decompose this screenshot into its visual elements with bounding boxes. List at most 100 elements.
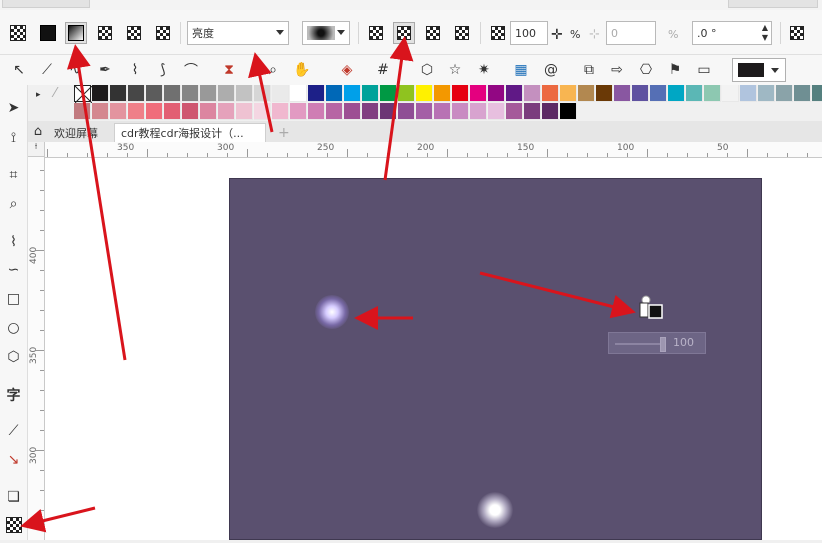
angle-input[interactable]: .0 ° ▲ ▼: [692, 21, 772, 45]
color-swatch[interactable]: [110, 103, 127, 120]
color-swatch[interactable]: [182, 103, 199, 120]
color-swatch[interactable]: [110, 85, 127, 102]
horizontal-ruler[interactable]: 350 300 250 200 150 100 50: [45, 142, 822, 158]
color-swatch[interactable]: [596, 85, 613, 102]
color-swatch[interactable]: [434, 85, 451, 102]
color-swatch[interactable]: [164, 85, 181, 102]
color-swatch[interactable]: [344, 85, 361, 102]
hand-tool-icon[interactable]: ✋: [291, 59, 313, 81]
graph-paper-icon[interactable]: ▦: [510, 59, 532, 81]
artistic-media-icon[interactable]: ∽: [0, 257, 27, 283]
node-transparency-icon[interactable]: [487, 22, 509, 44]
rectangle-tool-icon[interactable]: □: [0, 286, 27, 312]
linear-fountain-icon[interactable]: [365, 22, 387, 44]
color-swatch[interactable]: [452, 85, 469, 102]
dimension-tool-icon[interactable]: ⟋: [0, 418, 27, 444]
pen-tool-icon[interactable]: ✒: [94, 59, 116, 81]
tab-document[interactable]: cdr教程cdr海报设计（...: [114, 123, 266, 142]
color-swatch[interactable]: [290, 85, 307, 102]
color-swatch[interactable]: [380, 103, 397, 120]
ellipse-tool-icon[interactable]: ○: [0, 315, 27, 341]
shape-tool-icon[interactable]: ⟟: [0, 125, 27, 151]
banner-shapes-icon[interactable]: ⚑: [664, 59, 686, 81]
no-color-swatch[interactable]: [74, 85, 93, 104]
color-swatch[interactable]: [614, 85, 631, 102]
color-swatch[interactable]: [542, 85, 559, 102]
color-swatch[interactable]: [182, 85, 199, 102]
color-swatch[interactable]: [560, 103, 577, 120]
color-swatch[interactable]: [758, 85, 775, 102]
color-swatch[interactable]: [776, 85, 793, 102]
color-swatch[interactable]: [236, 85, 253, 102]
uniform-transparency-icon[interactable]: [37, 22, 59, 44]
color-swatch[interactable]: [416, 103, 433, 120]
bspline-tool-icon[interactable]: ⌇: [124, 59, 146, 81]
color-swatch[interactable]: [290, 103, 307, 120]
conical-fountain-icon[interactable]: [422, 22, 444, 44]
color-swatch[interactable]: [722, 85, 739, 102]
feather-input[interactable]: 0: [606, 21, 656, 45]
elliptical-fountain-icon[interactable]: [393, 22, 415, 44]
color-swatch[interactable]: [236, 103, 253, 120]
color-swatch[interactable]: [326, 85, 343, 102]
color-swatch[interactable]: [128, 103, 145, 120]
zoom-tool-icon[interactable]: ⌕: [262, 59, 284, 81]
spinner-icon[interactable]: ▲ ▼: [762, 23, 768, 43]
texture-transparency-icon[interactable]: [152, 22, 174, 44]
color-swatch[interactable]: [308, 85, 325, 102]
fountain-transparency-icon[interactable]: [65, 22, 87, 44]
color-swatch[interactable]: [434, 103, 451, 120]
plus-minus-icon[interactable]: ✛: [551, 27, 563, 43]
color-swatch[interactable]: [578, 85, 595, 102]
color-swatch[interactable]: [272, 103, 289, 120]
color-swatch[interactable]: [650, 85, 667, 102]
basic-shapes-icon[interactable]: ⧉: [578, 59, 600, 81]
ruler-origin-icon[interactable]: ⟊: [28, 142, 45, 157]
color-swatch[interactable]: [254, 85, 271, 102]
three-point-curve-icon[interactable]: ⌒: [180, 59, 202, 81]
color-swatch[interactable]: [704, 85, 721, 102]
color-swatch[interactable]: [668, 85, 685, 102]
tab-welcome[interactable]: 欢迎屏幕: [48, 123, 110, 142]
color-swatch[interactable]: [524, 103, 541, 120]
color-swatch[interactable]: [200, 85, 217, 102]
color-swatch[interactable]: [794, 85, 811, 102]
merge-mode-select[interactable]: 亮度: [187, 21, 289, 45]
fill-bucket-icon[interactable]: ◈: [336, 59, 358, 81]
rectangular-fountain-icon[interactable]: [451, 22, 473, 44]
freehand-tool-icon[interactable]: ⌇: [0, 229, 27, 255]
color-swatch[interactable]: [200, 103, 217, 120]
color-swatch[interactable]: [488, 85, 505, 102]
color-swatch[interactable]: [686, 85, 703, 102]
bitmap-pattern-transparency-icon[interactable]: [123, 22, 145, 44]
color-swatch[interactable]: [524, 85, 541, 102]
color-swatch[interactable]: [74, 103, 91, 120]
color-swatch[interactable]: [506, 85, 523, 102]
palette-scroll-icon[interactable]: ▸: [36, 90, 41, 100]
color-swatch[interactable]: [146, 85, 163, 102]
glow-orb[interactable]: [315, 295, 349, 329]
color-swatch[interactable]: [362, 103, 379, 120]
color-swatch[interactable]: [164, 103, 181, 120]
polygon-tool-icon[interactable]: ⬡: [0, 344, 27, 370]
color-swatch[interactable]: [560, 85, 577, 102]
color-swatch[interactable]: [452, 103, 469, 120]
color-swatch[interactable]: [488, 103, 505, 120]
color-swatch[interactable]: [632, 85, 649, 102]
text-tool-icon[interactable]: 字: [0, 382, 27, 408]
connector-tool-icon[interactable]: ↘: [0, 447, 27, 473]
color-swatch[interactable]: [254, 103, 271, 120]
outline-color-select[interactable]: [732, 58, 786, 82]
add-tab-button[interactable]: +: [272, 123, 292, 142]
color-swatch[interactable]: [416, 85, 433, 102]
complex-star-icon[interactable]: ✷: [473, 59, 495, 81]
transparency-pick-select[interactable]: [302, 21, 350, 45]
color-swatch[interactable]: [362, 85, 379, 102]
color-swatch[interactable]: [470, 103, 487, 120]
copy-transparency-icon[interactable]: [786, 22, 808, 44]
arrow-shapes-icon[interactable]: ⇨: [606, 59, 628, 81]
no-transparency-icon[interactable]: [7, 22, 29, 44]
color-swatch[interactable]: [218, 103, 235, 120]
flowchart-shapes-icon[interactable]: ⎔: [635, 59, 657, 81]
star-icon[interactable]: ☆: [444, 59, 466, 81]
